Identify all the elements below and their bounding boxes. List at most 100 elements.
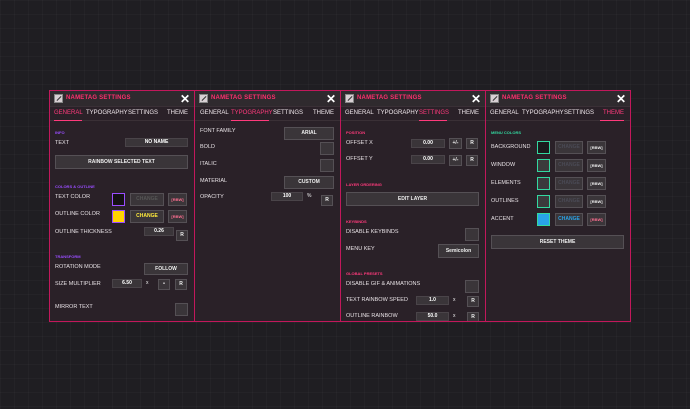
mirror-text-checkbox[interactable]: [175, 303, 188, 316]
outline-rainbow-label: OUTLINE RAINBOW: [346, 313, 398, 319]
text-color-rbw-button[interactable]: [RBW]: [168, 193, 187, 206]
pencil-icon: [54, 94, 63, 103]
outline-color-swatch[interactable]: [112, 210, 125, 223]
close-icon[interactable]: ✕: [326, 92, 336, 106]
window-color-swatch[interactable]: [537, 159, 550, 172]
title-bar[interactable]: NAMETAG SETTINGS ✕: [486, 91, 630, 107]
tab-settings[interactable]: SETTINGS: [128, 110, 158, 116]
outline-thickness-reset-button[interactable]: R: [176, 230, 188, 241]
accent-rbw-button[interactable]: [RBW]: [587, 213, 606, 226]
accent-label: ACCENT: [491, 216, 514, 222]
tab-theme[interactable]: THEME: [167, 110, 188, 116]
tab-typography[interactable]: TYPOGRAPHY: [231, 110, 273, 116]
size-multiplier-dot-button[interactable]: •: [158, 279, 170, 290]
rotation-mode-button[interactable]: FOLLOW: [144, 263, 188, 275]
section-global-presets: GLOBAL PRESETS: [346, 271, 383, 276]
outline-rainbow-reset-button[interactable]: R: [467, 312, 479, 321]
tab-theme[interactable]: THEME: [458, 110, 479, 116]
section-position: POSITION: [346, 130, 366, 135]
offset-y-plusminus-button[interactable]: +/-: [449, 155, 462, 166]
tab-general[interactable]: GENERAL: [345, 110, 374, 116]
bold-checkbox[interactable]: [320, 142, 334, 155]
accent-color-swatch[interactable]: [537, 213, 550, 226]
window-change-button[interactable]: CHANGE: [555, 159, 583, 172]
size-multiplier-reset-button[interactable]: R: [175, 279, 187, 290]
elements-color-swatch[interactable]: [537, 177, 550, 190]
outlines-change-button[interactable]: CHANGE: [555, 195, 583, 208]
title-bar[interactable]: NAMETAG SETTINGS ✕: [50, 91, 194, 107]
opacity-input[interactable]: 100: [271, 192, 303, 201]
opacity-reset-button[interactable]: R: [321, 195, 333, 206]
italic-checkbox[interactable]: [320, 159, 334, 172]
outline-color-change-button[interactable]: CHANGE: [130, 210, 164, 223]
text-rainbow-speed-reset-button[interactable]: R: [467, 296, 479, 307]
section-menu-colors: MENU COLORS: [491, 130, 521, 135]
outline-color-label: OUTLINE COLOR: [55, 211, 100, 217]
tab-bar: GENERAL TYPOGRAPHY SETTINGS THEME: [341, 107, 485, 121]
offset-x-label: OFFSET X: [346, 140, 373, 146]
tab-typography[interactable]: TYPOGRAPHY: [86, 110, 128, 116]
text-color-swatch[interactable]: [112, 193, 125, 206]
text-color-label: TEXT COLOR: [55, 194, 91, 200]
reset-theme-button[interactable]: RESET THEME: [491, 235, 624, 249]
text-input[interactable]: NO NAME: [125, 138, 188, 147]
section-keybinds: KEYBINDS: [346, 219, 367, 224]
disable-gif-label: DISABLE GIF & ANIMATIONS: [346, 281, 421, 287]
tab-typography[interactable]: TYPOGRAPHY: [522, 110, 564, 116]
material-button[interactable]: CUSTOM: [284, 176, 334, 189]
background-color-swatch[interactable]: [537, 141, 550, 154]
offset-y-reset-button[interactable]: R: [466, 155, 478, 166]
offset-x-reset-button[interactable]: R: [466, 138, 478, 149]
tab-theme[interactable]: THEME: [313, 110, 334, 116]
background-change-button[interactable]: CHANGE: [555, 141, 583, 154]
tab-general[interactable]: GENERAL: [490, 110, 519, 116]
text-color-change-button[interactable]: CHANGE: [130, 193, 164, 206]
outline-rainbow-input[interactable]: 50.0: [416, 312, 449, 321]
rainbow-selected-text-button[interactable]: RAINBOW SELECTED TEXT: [55, 155, 188, 169]
outlines-color-swatch[interactable]: [537, 195, 550, 208]
window-rbw-button[interactable]: [RBW]: [587, 159, 606, 172]
title-bar[interactable]: NAMETAG SETTINGS ✕: [341, 91, 485, 107]
elements-label: ELEMENTS: [491, 180, 521, 186]
font-family-button[interactable]: ARIAL: [284, 127, 334, 140]
tab-bar: GENERAL TYPOGRAPHY SETTINGS THEME: [486, 107, 630, 121]
size-multiplier-input[interactable]: 6.50: [112, 279, 142, 288]
opacity-unit: %: [307, 193, 312, 199]
offset-x-input[interactable]: 0.00: [411, 139, 445, 148]
disable-gif-checkbox[interactable]: [465, 280, 479, 293]
tab-bar: GENERAL TYPOGRAPHY SETTINGS THEME: [195, 107, 340, 121]
title-bar[interactable]: NAMETAG SETTINGS ✕: [195, 91, 340, 107]
close-icon[interactable]: ✕: [180, 92, 190, 106]
outline-color-rbw-button[interactable]: [RBW]: [168, 210, 187, 223]
offset-x-plusminus-button[interactable]: +/-: [449, 138, 462, 149]
tab-settings[interactable]: SETTINGS: [273, 110, 303, 116]
tab-general[interactable]: GENERAL: [200, 110, 229, 116]
font-family-label: FONT FAMILY: [200, 128, 236, 134]
menu-key-button[interactable]: Semicolon: [438, 244, 479, 258]
close-icon[interactable]: ✕: [471, 92, 481, 106]
background-rbw-button[interactable]: [RBW]: [587, 141, 606, 154]
elements-change-button[interactable]: CHANGE: [555, 177, 583, 190]
outline-thickness-input[interactable]: 0.26: [144, 227, 174, 236]
outlines-rbw-button[interactable]: [RBW]: [587, 195, 606, 208]
mirror-text-label: MIRROR TEXT: [55, 304, 93, 310]
accent-change-button[interactable]: CHANGE: [555, 213, 583, 226]
close-icon[interactable]: ✕: [616, 92, 626, 106]
offset-y-input[interactable]: 0.00: [411, 155, 445, 164]
elements-rbw-button[interactable]: [RBW]: [587, 177, 606, 190]
tab-theme[interactable]: THEME: [603, 110, 624, 116]
active-tab-indicator: [419, 120, 447, 121]
tab-settings[interactable]: SETTINGS: [419, 110, 449, 116]
rotation-mode-label: ROTATION MODE: [55, 264, 101, 270]
section-info: INFO: [55, 130, 65, 135]
section-layer-ordering: LAYER ORDERING: [346, 182, 382, 187]
tab-settings[interactable]: SETTINGS: [564, 110, 594, 116]
edit-layer-button[interactable]: EDIT LAYER: [346, 192, 479, 206]
window-title: NAMETAG SETTINGS: [211, 95, 276, 101]
nametag-settings-window-general: NAMETAG SETTINGS ✕ GENERAL TYPOGRAPHY SE…: [49, 90, 195, 322]
text-rainbow-speed-input[interactable]: 1.0: [416, 296, 449, 305]
window-title: NAMETAG SETTINGS: [502, 95, 567, 101]
tab-typography[interactable]: TYPOGRAPHY: [377, 110, 419, 116]
disable-keybinds-checkbox[interactable]: [465, 228, 479, 241]
tab-general[interactable]: GENERAL: [54, 110, 83, 116]
